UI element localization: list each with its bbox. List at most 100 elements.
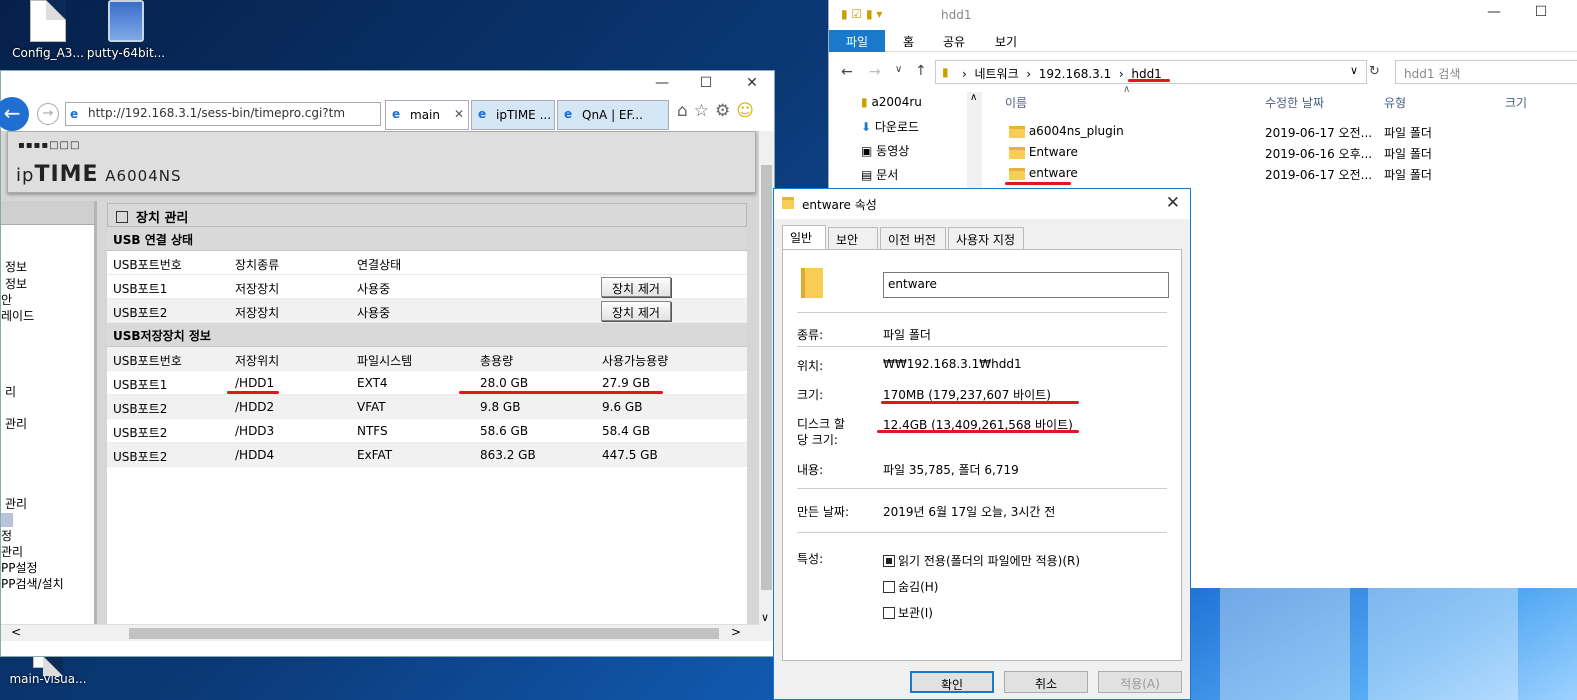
nav-item[interactable]: 레이드 bbox=[1, 307, 34, 324]
ok-button[interactable]: 확인 bbox=[910, 671, 994, 693]
up-arrow-icon[interactable]: ↑ bbox=[915, 63, 927, 79]
file-date: 2019-06-17 오전... bbox=[1265, 168, 1373, 182]
ribbon-tab-share[interactable]: 공유 bbox=[933, 30, 975, 52]
chevron-down-icon[interactable]: ∨ bbox=[895, 64, 902, 75]
tab-previous-versions[interactable]: 이전 버전 bbox=[880, 227, 946, 249]
vertical-scrollbar[interactable]: ∨ bbox=[759, 131, 774, 641]
column-header: 저장위치 bbox=[235, 354, 280, 368]
file-date: 2019-06-17 오전... bbox=[1265, 126, 1373, 140]
nav-item[interactable]: PP설정 bbox=[1, 559, 38, 576]
scroll-up-icon[interactable]: ∧ bbox=[970, 92, 977, 103]
contents-value: 파일 35,785, 폴더 6,719 bbox=[883, 463, 1019, 477]
readonly-checkbox[interactable]: 읽기 전용(폴더의 파일에만 적용)(R) bbox=[883, 552, 1080, 569]
nav-item[interactable]: 관리 bbox=[5, 495, 27, 512]
table-row: USB포트2 저장장치 사용중 장치 제거 bbox=[107, 299, 747, 323]
cancel-button[interactable]: 취소 bbox=[1004, 671, 1088, 693]
horizontal-scrollbar[interactable]: < > bbox=[1, 624, 761, 641]
breadcrumb[interactable]: ▮ › 네트워크 › 192.168.3.1 › hdd1 ∨ bbox=[935, 60, 1367, 84]
device-icon bbox=[116, 211, 128, 223]
close-tab-icon[interactable]: ✕ bbox=[454, 107, 464, 121]
breadcrumb-item[interactable]: 네트워크 bbox=[974, 67, 1018, 81]
nav-pane-scrollbar[interactable]: ∧ bbox=[967, 92, 982, 188]
url-input[interactable]: e http://192.168.3.1/sess-bin/timepro.cg… bbox=[65, 102, 381, 126]
usb-port: USB포트1 bbox=[113, 282, 168, 296]
forward-arrow-icon[interactable]: → bbox=[869, 64, 881, 80]
usb-status-title: USB 연결 상태 bbox=[107, 227, 747, 251]
desktop-icon-main-visual[interactable]: main-visua... bbox=[8, 656, 88, 686]
forward-button[interactable]: → bbox=[37, 103, 59, 125]
file-type: 파일 폴더 bbox=[1384, 147, 1432, 161]
tab-security[interactable]: 보안 bbox=[828, 227, 878, 249]
nav-item[interactable]: 관리 bbox=[5, 415, 27, 432]
desktop-icon-config[interactable]: Config_A3... bbox=[8, 0, 88, 60]
hidden-checkbox[interactable]: 숨김(H) bbox=[883, 578, 938, 595]
column-header-type[interactable]: 유형 bbox=[1384, 94, 1406, 111]
ribbon-tab-home[interactable]: 홈 bbox=[893, 30, 924, 52]
nav-item[interactable]: 안 bbox=[1, 291, 12, 308]
search-input[interactable]: hdd1 검색 bbox=[1395, 60, 1577, 84]
maximize-button[interactable]: ☐ bbox=[691, 75, 721, 91]
minimize-button[interactable]: — bbox=[1479, 4, 1509, 20]
chevron-down-icon[interactable]: ∨ bbox=[1350, 64, 1358, 77]
archive-checkbox[interactable]: 보관(I) bbox=[883, 604, 933, 621]
breadcrumb-sep: › bbox=[1118, 67, 1124, 81]
document-icon: ▤ bbox=[861, 168, 873, 182]
column-header-date[interactable]: 수정한 날짜 bbox=[1265, 94, 1324, 111]
tree-item[interactable]: ▤ 문서 bbox=[861, 166, 898, 183]
tree-item[interactable]: ▮ a2004ru bbox=[861, 95, 922, 109]
back-arrow-icon[interactable]: ← bbox=[841, 64, 853, 80]
scroll-left-icon[interactable]: < bbox=[11, 625, 21, 639]
tab-label: ipTIME ... bbox=[496, 108, 552, 122]
list-item[interactable]: a6004ns_plugin bbox=[1009, 124, 1124, 138]
nav-item[interactable]: 정보 bbox=[5, 275, 27, 292]
tree-item[interactable]: ⬇ 다운로드 bbox=[861, 118, 919, 135]
table-header-row: USB포트번호 장치종류 연결상태 bbox=[107, 251, 747, 275]
tab-customize[interactable]: 사용자 지정 bbox=[948, 227, 1024, 249]
tab-label: main bbox=[410, 108, 440, 122]
created-label: 만든 날짜: bbox=[797, 505, 850, 519]
folder-icon bbox=[1009, 125, 1025, 138]
scroll-right-icon[interactable]: > bbox=[731, 625, 741, 639]
close-button[interactable]: ✕ bbox=[737, 75, 767, 91]
remove-device-button[interactable]: 장치 제거 bbox=[601, 277, 671, 297]
list-item[interactable]: entware bbox=[1009, 166, 1078, 180]
tab-main[interactable]: e main ✕ bbox=[385, 100, 469, 130]
list-item[interactable]: Entware bbox=[1009, 145, 1078, 159]
device-type: 저장장치 bbox=[235, 282, 280, 296]
home-icon[interactable]: ⌂ bbox=[677, 101, 694, 121]
apply-button[interactable]: 적용(A) bbox=[1098, 671, 1182, 693]
column-header-name[interactable]: 이름 bbox=[1005, 94, 1027, 111]
tab-qna[interactable]: e QnA | EF... bbox=[557, 100, 669, 130]
back-button[interactable]: ← bbox=[0, 97, 29, 131]
tree-label: 동영상 bbox=[876, 144, 910, 158]
gear-icon[interactable]: ⚙ bbox=[715, 101, 736, 121]
tab-general[interactable]: 일반 bbox=[782, 225, 826, 250]
scroll-down-icon[interactable]: ∨ bbox=[761, 611, 769, 624]
nav-item[interactable]: 정보 bbox=[5, 258, 27, 275]
maximize-button[interactable]: ☐ bbox=[1526, 4, 1556, 20]
ie-icon: e bbox=[70, 107, 79, 121]
desktop-icon-putty[interactable]: putty-64bit... bbox=[86, 0, 166, 60]
column-header-size[interactable]: 크기 bbox=[1505, 94, 1527, 111]
nav-item[interactable]: PP검색/설치 bbox=[1, 575, 64, 592]
refresh-icon[interactable]: ↻ bbox=[1369, 64, 1380, 79]
nav-item[interactable]: 리 bbox=[5, 383, 16, 400]
favorites-star-icon[interactable]: ☆ bbox=[694, 101, 715, 121]
ribbon-tab-file[interactable]: 파일 bbox=[829, 30, 885, 52]
scrollbar-thumb[interactable] bbox=[761, 165, 772, 590]
nav-item[interactable]: 정 bbox=[1, 527, 12, 544]
minimize-button[interactable]: — bbox=[647, 75, 677, 91]
attributes-label: 특성: bbox=[797, 552, 824, 566]
breadcrumb-item[interactable]: 192.168.3.1 bbox=[1039, 67, 1112, 81]
tab-iptime[interactable]: e ipTIME ... bbox=[471, 100, 555, 130]
divider bbox=[797, 488, 1167, 489]
tree-item[interactable]: ▣ 동영상 bbox=[861, 142, 909, 159]
remove-device-button[interactable]: 장치 제거 bbox=[601, 301, 671, 321]
close-button[interactable]: ✕ bbox=[1166, 193, 1180, 213]
file-name: Entware bbox=[1028, 145, 1078, 159]
nav-item[interactable]: 관리 bbox=[1, 543, 23, 560]
smiley-icon[interactable]: ☺ bbox=[736, 101, 760, 121]
folder-name-input[interactable]: entware bbox=[883, 272, 1169, 298]
ribbon-tab-view[interactable]: 보기 bbox=[985, 30, 1027, 52]
scrollbar-thumb[interactable] bbox=[129, 628, 719, 639]
